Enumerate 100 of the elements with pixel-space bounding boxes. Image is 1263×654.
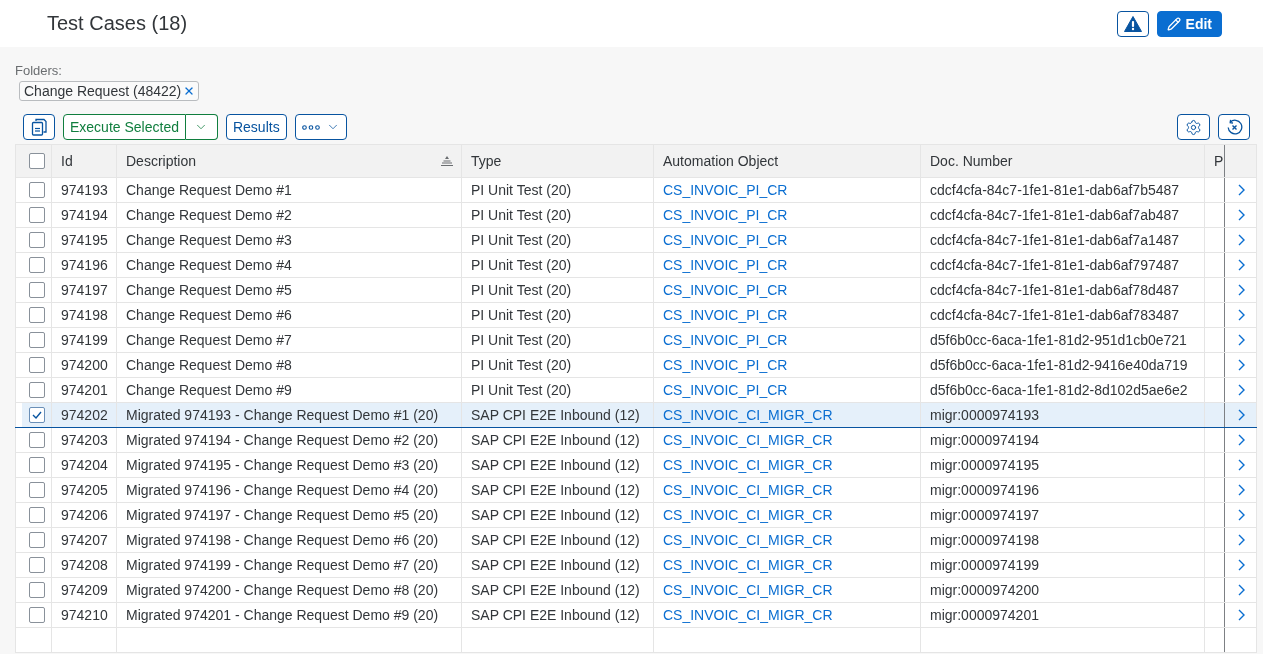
automation-object-link[interactable]: CS_INVOIC_CI_MIGR_CR — [663, 532, 833, 548]
table-row[interactable]: 974195 Change Request Demo #3 PI Unit Test (20) CS_INVOIC_PI_CR cdcf4cfa-84c7-1fe1-81e1-dab6af7a1487 — [15, 228, 1257, 253]
row-checkbox[interactable] — [29, 382, 45, 398]
chevron-right-icon[interactable] — [1237, 334, 1245, 346]
test-case-type: PI Unit Test (20) — [471, 207, 572, 223]
reset-button[interactable] — [1218, 114, 1250, 140]
table-row[interactable]: 974206 Migrated 974197 - Change Request Demo #5 (20) SAP CPI E2E Inbound (12) CS_INVOIC_CI_MIGR_CR migr:0000974197 — [15, 503, 1257, 528]
automation-object-link[interactable]: CS_INVOIC_PI_CR — [663, 332, 788, 348]
chevron-right-icon[interactable] — [1237, 509, 1245, 521]
row-checkbox[interactable] — [29, 557, 45, 573]
row-checkbox[interactable] — [29, 182, 45, 198]
automation-object-link[interactable]: CS_INVOIC_CI_MIGR_CR — [663, 507, 833, 523]
automation-object-link[interactable]: CS_INVOIC_CI_MIGR_CR — [663, 482, 833, 498]
doc-number: migr:0000974200 — [930, 582, 1039, 598]
automation-object-link[interactable]: CS_INVOIC_CI_MIGR_CR — [663, 607, 833, 623]
row-checkbox[interactable] — [29, 532, 45, 548]
execute-menu-button[interactable] — [185, 114, 218, 140]
chevron-right-icon[interactable] — [1237, 484, 1245, 496]
chevron-right-icon[interactable] — [1237, 609, 1245, 621]
column-header[interactable]: Automation Object — [663, 153, 779, 169]
select-all-checkbox[interactable] — [29, 153, 45, 169]
column-header[interactable]: Id — [61, 153, 73, 169]
automation-object-link[interactable]: CS_INVOIC_PI_CR — [663, 232, 788, 248]
table-row[interactable]: 974196 Change Request Demo #4 PI Unit Test (20) CS_INVOIC_PI_CR cdcf4cfa-84c7-1fe1-81e1-dab6af797487 — [15, 253, 1257, 278]
more-button[interactable] — [294, 114, 347, 140]
chevron-right-icon[interactable] — [1237, 459, 1245, 471]
table-row[interactable]: 974207 Migrated 974198 - Change Request Demo #6 (20) SAP CPI E2E Inbound (12) CS_INVOIC_CI_MIGR_CR migr:0000974198 — [15, 528, 1257, 553]
row-checkbox[interactable] — [29, 282, 45, 298]
test-case-type: PI Unit Test (20) — [471, 332, 572, 348]
table-row[interactable]: 974203 Migrated 974194 - Change Request Demo #2 (20) SAP CPI E2E Inbound (12) CS_INVOIC_CI_MIGR_CR migr:0000974194 — [15, 428, 1257, 453]
chevron-right-icon[interactable] — [1237, 384, 1245, 396]
doc-number: cdcf4cfa-84c7-1fe1-81e1-dab6af7a1487 — [930, 232, 1180, 248]
automation-object-link[interactable]: CS_INVOIC_CI_MIGR_CR — [663, 582, 833, 598]
table-row[interactable]: 974209 Migrated 974200 - Change Request Demo #8 (20) SAP CPI E2E Inbound (12) CS_INVOIC_CI_MIGR_CR migr:0000974200 — [15, 578, 1257, 603]
chevron-right-icon[interactable] — [1237, 209, 1245, 221]
row-checkbox[interactable] — [29, 332, 45, 348]
automation-object-link[interactable]: CS_INVOIC_PI_CR — [663, 207, 788, 223]
row-checkbox[interactable] — [29, 307, 45, 323]
edit-button[interactable]: Edit — [1156, 10, 1222, 37]
row-checkbox[interactable] — [29, 582, 45, 598]
table-row[interactable]: 974204 Migrated 974195 - Change Request Demo #3 (20) SAP CPI E2E Inbound (12) CS_INVOIC_CI_MIGR_CR migr:0000974195 — [15, 453, 1257, 478]
execute-selected-button[interactable]: Execute Selected — [63, 114, 186, 140]
table-row[interactable]: 974194 Change Request Demo #2 PI Unit Test (20) CS_INVOIC_PI_CR cdcf4cfa-84c7-1fe1-81e1-dab6af7ab487 — [15, 203, 1257, 228]
table-row[interactable]: 974193 Change Request Demo #1 PI Unit Test (20) CS_INVOIC_PI_CR cdcf4cfa-84c7-1fe1-81e1-dab6af7b5487 — [15, 178, 1257, 203]
doc-number: cdcf4cfa-84c7-1fe1-81e1-dab6af7ab487 — [930, 207, 1180, 223]
automation-object-link[interactable]: CS_INVOIC_PI_CR — [663, 182, 788, 198]
table-row[interactable]: 974210 Migrated 974201 - Change Request Demo #9 (20) SAP CPI E2E Inbound (12) CS_INVOIC_CI_MIGR_CR migr:0000974201 — [15, 603, 1257, 628]
row-checkbox[interactable] — [29, 482, 45, 498]
table-row[interactable]: 974199 Change Request Demo #7 PI Unit Test (20) CS_INVOIC_PI_CR d5f6b0cc-6aca-1fe1-81d2-951d1cb0e721 — [15, 328, 1257, 353]
row-checkbox[interactable] — [29, 207, 45, 223]
automation-object-link[interactable]: CS_INVOIC_PI_CR — [663, 307, 788, 323]
chevron-right-icon[interactable] — [1237, 584, 1245, 596]
automation-object-link[interactable]: CS_INVOIC_PI_CR — [663, 382, 788, 398]
test-case-description: Change Request Demo #3 — [126, 232, 292, 248]
column-header[interactable]: P — [1214, 153, 1224, 169]
table-row[interactable]: 974200 Change Request Demo #8 PI Unit Test (20) CS_INVOIC_PI_CR d5f6b0cc-6aca-1fe1-81d2-9416e40da719 — [15, 353, 1257, 378]
chevron-right-icon[interactable] — [1237, 434, 1245, 446]
table-row[interactable]: 974197 Change Request Demo #5 PI Unit Test (20) CS_INVOIC_PI_CR cdcf4cfa-84c7-1fe1-81e1-dab6af78d487 — [15, 278, 1257, 303]
automation-object-link[interactable]: CS_INVOIC_CI_MIGR_CR — [663, 557, 833, 573]
chevron-right-icon[interactable] — [1237, 259, 1245, 271]
row-checkbox[interactable] — [29, 257, 45, 273]
chevron-right-icon[interactable] — [1237, 309, 1245, 321]
test-case-id: 974200 — [61, 357, 108, 373]
chevron-right-icon[interactable] — [1237, 559, 1245, 571]
automation-object-link[interactable]: CS_INVOIC_CI_MIGR_CR — [663, 432, 833, 448]
warning-button[interactable] — [1116, 10, 1149, 37]
doc-number: migr:0000974195 — [930, 457, 1039, 473]
copy-button[interactable] — [23, 114, 55, 140]
automation-object-link[interactable]: CS_INVOIC_PI_CR — [663, 257, 788, 273]
row-checkbox[interactable] — [29, 232, 45, 248]
chevron-right-icon[interactable] — [1237, 284, 1245, 296]
column-header[interactable]: Description — [126, 153, 197, 169]
automation-object-link[interactable]: CS_INVOIC_PI_CR — [663, 282, 788, 298]
chevron-right-icon[interactable] — [1237, 234, 1245, 246]
automation-object-link[interactable]: CS_INVOIC_CI_MIGR_CR — [663, 457, 833, 473]
table-row[interactable]: 974202 Migrated 974193 - Change Request Demo #1 (20) SAP CPI E2E Inbound (12) CS_INVOIC_CI_MIGR_CR migr:0000974193 — [15, 403, 1257, 428]
settings-button[interactable] — [1177, 114, 1210, 140]
row-checkbox[interactable] — [29, 507, 45, 523]
table-row[interactable]: 974198 Change Request Demo #6 PI Unit Test (20) CS_INVOIC_PI_CR cdcf4cfa-84c7-1fe1-81e1-dab6af783487 — [15, 303, 1257, 328]
settings-icon — [1185, 118, 1202, 136]
table-row[interactable]: 974208 Migrated 974199 - Change Request Demo #7 (20) SAP CPI E2E Inbound (12) CS_INVOIC_CI_MIGR_CR migr:0000974199 — [15, 553, 1257, 578]
test-case-id: 974206 — [61, 507, 108, 523]
results-button[interactable]: Results — [225, 114, 287, 140]
chevron-right-icon[interactable] — [1237, 534, 1245, 546]
column-header[interactable]: Type — [471, 153, 502, 169]
table-row[interactable]: 974201 Change Request Demo #9 PI Unit Test (20) CS_INVOIC_PI_CR d5f6b0cc-6aca-1fe1-81d2-8d102d5ae6e2 — [15, 378, 1257, 403]
automation-object-link[interactable]: CS_INVOIC_PI_CR — [663, 357, 788, 373]
row-checkbox[interactable] — [29, 607, 45, 623]
automation-object-link[interactable]: CS_INVOIC_CI_MIGR_CR — [663, 407, 833, 423]
table-row[interactable]: 974205 Migrated 974196 - Change Request Demo #4 (20) SAP CPI E2E Inbound (12) CS_INVOIC_CI_MIGR_CR migr:0000974196 — [15, 478, 1257, 503]
test-case-type: SAP CPI E2E Inbound (12) — [471, 607, 640, 623]
row-checkbox[interactable] — [29, 357, 45, 373]
column-header[interactable]: Doc. Number — [930, 153, 1013, 169]
chevron-right-icon[interactable] — [1237, 409, 1245, 421]
chevron-right-icon[interactable] — [1237, 359, 1245, 371]
row-checkbox[interactable] — [29, 457, 45, 473]
row-checkbox[interactable] — [29, 432, 45, 448]
test-case-id: 974203 — [61, 432, 108, 448]
chevron-right-icon[interactable] — [1237, 184, 1245, 196]
row-checkbox[interactable] — [29, 407, 45, 423]
